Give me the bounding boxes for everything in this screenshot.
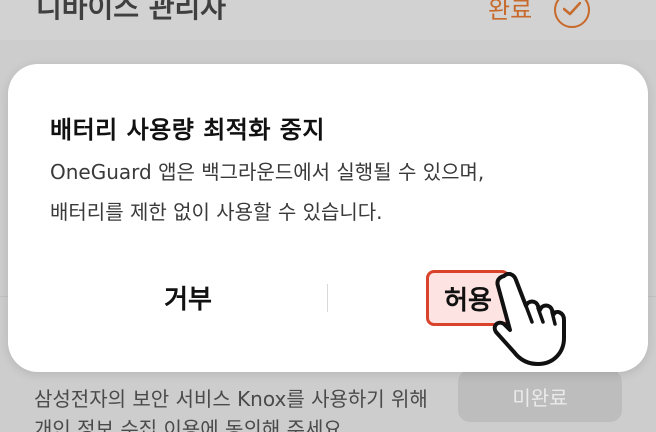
dialog-body-line-2: 배터리를 제한 없이 사용할 수 있습니다. xyxy=(50,200,383,224)
deny-button[interactable]: 거부 xyxy=(68,268,308,326)
dialog-body: OneGuard 앱은 백그라운드에서 실행될 수 있으며, 배터리를 제한 없… xyxy=(50,152,610,232)
background-title: 디바이스 관리자 xyxy=(36,0,227,24)
background-description: 삼성전자의 보안 서비스 Knox를 사용하기 위해 개인 정보 수집 이용에 … xyxy=(34,387,428,432)
pending-button[interactable]: 미완료 xyxy=(458,370,622,422)
dialog-body-line-1: OneGuard 앱은 백그라운드에서 실행될 수 있으며, xyxy=(50,160,485,184)
dialog-title: 배터리 사용량 최적화 중지 xyxy=(50,116,325,144)
button-divider xyxy=(327,284,328,312)
hand-pointer-icon xyxy=(488,271,568,368)
done-button[interactable]: 완료 xyxy=(488,0,532,25)
check-circle-icon[interactable] xyxy=(554,0,590,28)
screen: 디바이스 관리자 완료 삼성전자의 보안 서비스 Knox를 사용하기 위해 개… xyxy=(0,0,656,432)
